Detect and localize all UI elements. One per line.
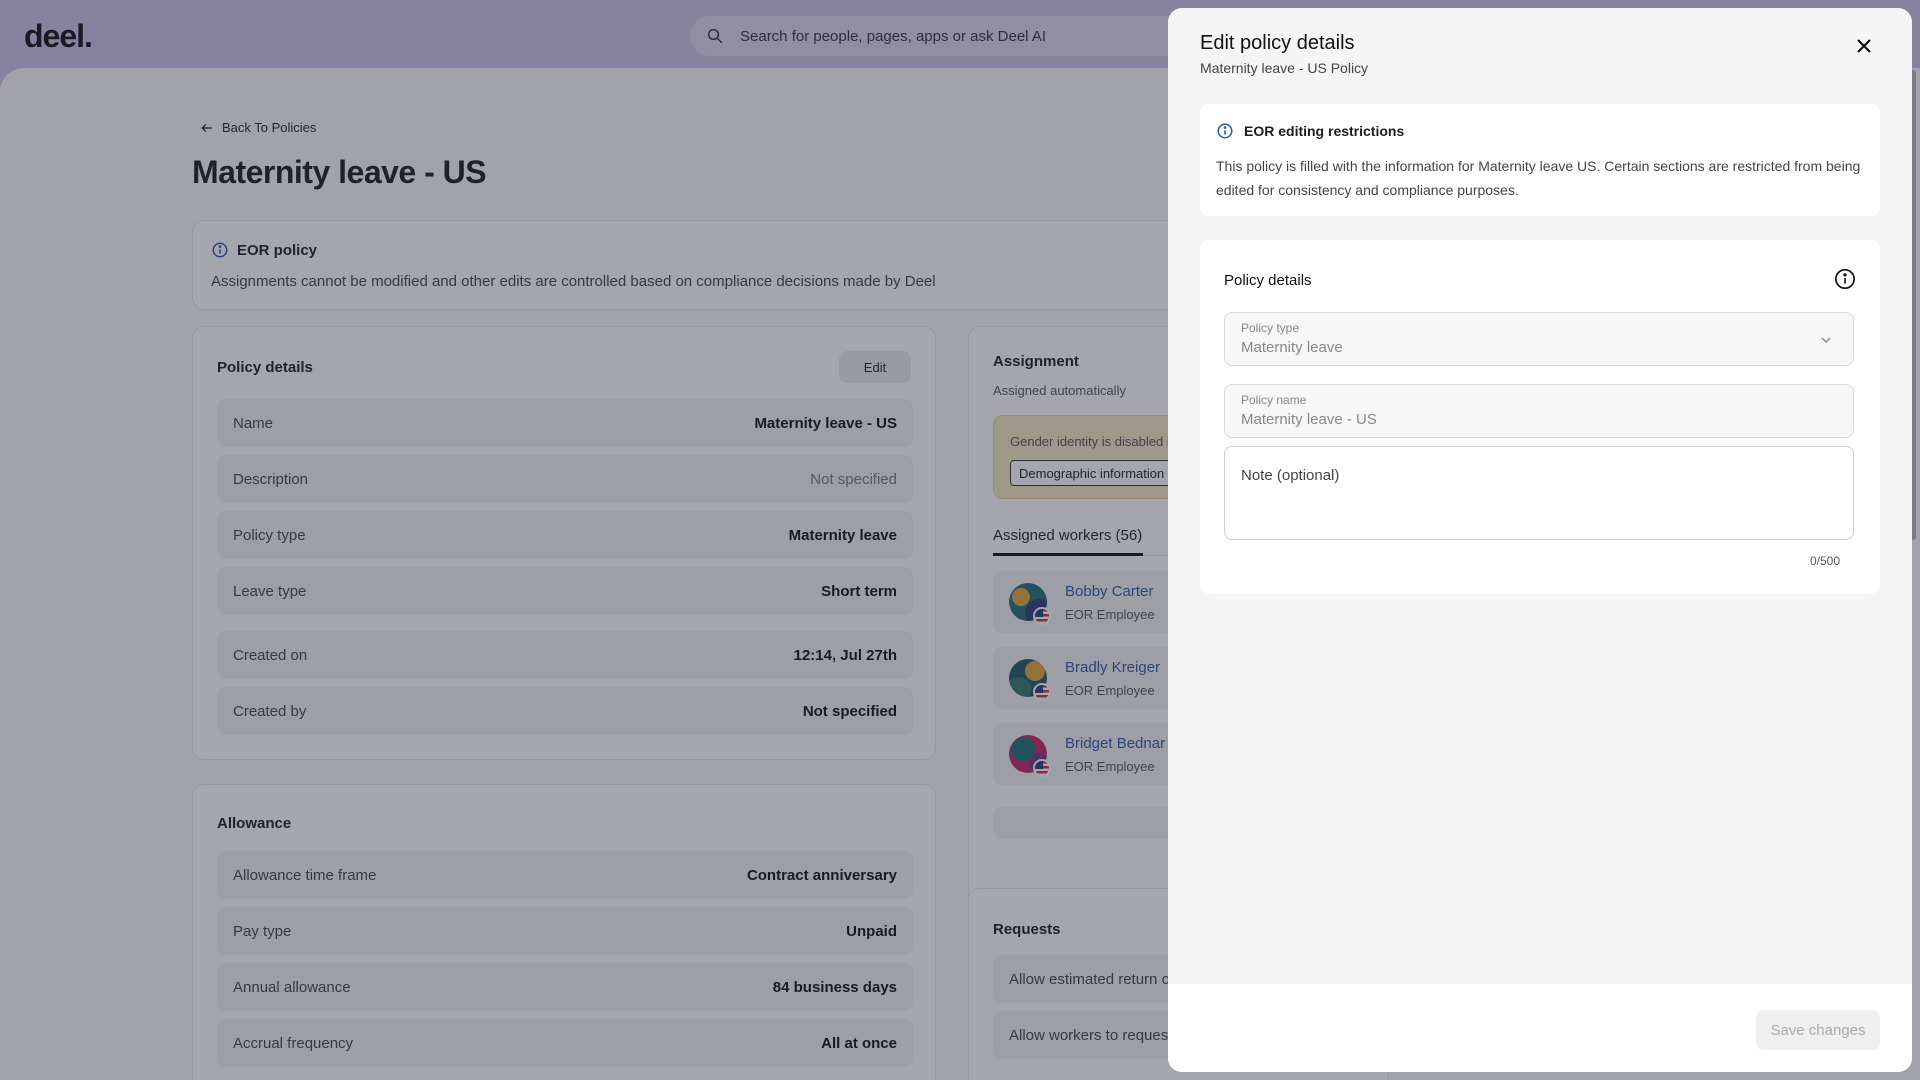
policy-name-value: Maternity leave - US	[1241, 411, 1377, 428]
close-icon	[1857, 39, 1871, 53]
chevron-down-icon	[1821, 337, 1831, 344]
restriction-title: EOR editing restrictions	[1244, 123, 1405, 139]
info-icon[interactable]	[1834, 268, 1856, 290]
policy-type-value: Maternity leave	[1241, 339, 1343, 356]
drawer-policy-details-title: Policy details	[1224, 272, 1312, 289]
info-icon	[1217, 123, 1233, 139]
policy-type-label: Policy type	[1241, 321, 1300, 335]
edit-policy-drawer: Edit policy details Maternity leave - US…	[1168, 8, 1912, 1072]
drawer-policy-details-card: Policy details Policy type Maternity lea…	[1200, 240, 1880, 594]
policy-name-label: Policy name	[1241, 393, 1307, 407]
drawer-footer: Save changes	[1168, 984, 1912, 1072]
eor-editing-restrictions: EOR editing restrictions This policy is …	[1200, 104, 1880, 216]
note-textarea[interactable]: Note (optional)	[1224, 446, 1854, 540]
save-changes-button[interactable]: Save changes	[1756, 1010, 1880, 1050]
drawer-subtitle: Maternity leave - US Policy	[1200, 60, 1369, 76]
close-button[interactable]	[1852, 34, 1876, 58]
note-character-counter: 0/500	[1809, 554, 1840, 568]
policy-name-field[interactable]: Policy name Maternity leave - US	[1224, 384, 1854, 438]
restriction-body: This policy is filled with the informati…	[1216, 158, 1861, 198]
drawer-title: Edit policy details	[1200, 32, 1355, 54]
policy-type-select[interactable]: Policy type Maternity leave	[1224, 312, 1854, 366]
note-placeholder: Note (optional)	[1241, 467, 1340, 484]
